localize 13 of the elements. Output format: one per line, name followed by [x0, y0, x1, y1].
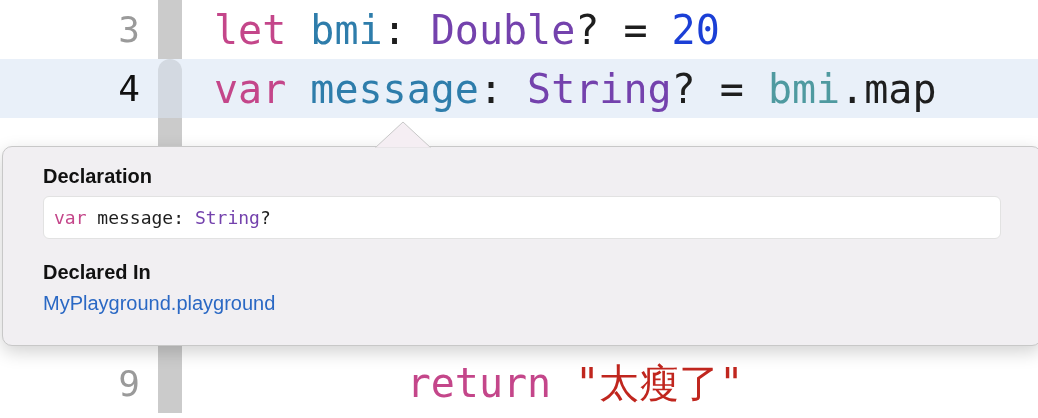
- fold-ribbon[interactable]: [158, 0, 182, 59]
- line-number: 3: [117, 9, 140, 50]
- section-heading: Declaration: [43, 165, 153, 188]
- fold-ribbon[interactable]: [158, 354, 182, 413]
- code-text: return "太瘦了": [405, 359, 744, 408]
- code-text: var message: String? = bmi.map: [214, 65, 937, 112]
- file-link[interactable]: MyPlayground.playground: [43, 292, 276, 315]
- section-heading: Declared In: [43, 261, 152, 284]
- line-number: 4: [117, 68, 140, 109]
- fold-ribbon[interactable]: [158, 59, 182, 118]
- line-number: 9: [117, 363, 140, 404]
- declaration-code: var message: String?: [43, 196, 1001, 239]
- code-text: let bmi: Double? = 20: [214, 6, 720, 53]
